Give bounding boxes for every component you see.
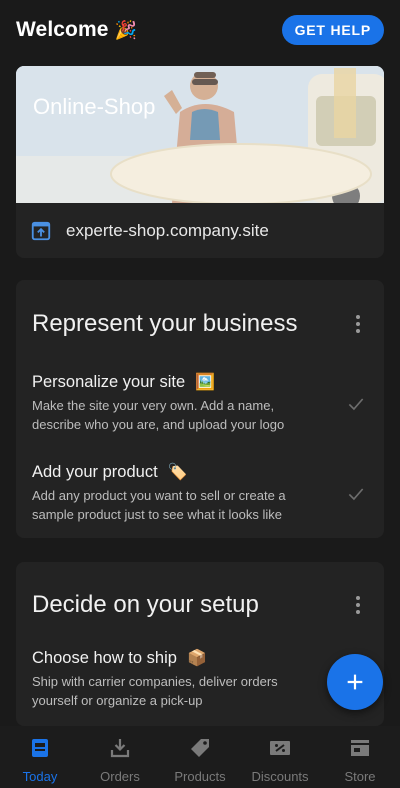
plus-icon <box>347 674 363 690</box>
nav-item-discounts[interactable]: Discounts <box>240 726 320 788</box>
label-tag-icon: 🏷️ <box>167 464 188 481</box>
task-description: Make the site your very own. Add a name,… <box>32 398 285 432</box>
shop-url-link[interactable]: experte-shop.company.site <box>66 221 269 241</box>
checkmark-icon <box>348 398 364 411</box>
nav-label: Today <box>22 769 58 784</box>
bottom-navigation: Today Orders Products Discounts Store <box>0 726 400 788</box>
store-icon <box>351 740 369 756</box>
business-checklist-card: Represent your business Personalize your… <box>16 280 384 538</box>
get-help-button[interactable]: GET HELP <box>281 15 384 45</box>
task-title: Personalize your site 🖼️ <box>32 372 216 392</box>
shop-url-row[interactable]: experte-shop.company.site <box>16 203 384 258</box>
today-icon <box>32 739 48 757</box>
more-options-icon[interactable] <box>348 312 368 336</box>
banner-title: Online-Shop <box>33 94 156 119</box>
task-description: Add any product you want to sell or crea… <box>32 488 286 522</box>
card-title: Decide on your setup <box>32 591 259 618</box>
more-options-icon[interactable] <box>348 593 368 617</box>
nav-label: Products <box>174 769 226 784</box>
card-title: Represent your business <box>32 310 298 337</box>
discounts-icon <box>270 741 290 755</box>
card-header: Represent your business <box>16 280 384 366</box>
party-popper-icon: 🎉 <box>114 19 138 40</box>
nav-item-store[interactable]: Store <box>320 726 400 788</box>
products-tag-icon <box>191 739 209 757</box>
banner-illustration <box>16 66 384 203</box>
orders-icon <box>110 739 130 758</box>
nav-item-orders[interactable]: Orders <box>80 726 160 788</box>
welcome-label: Welcome <box>16 18 109 41</box>
nav-item-today[interactable]: Today <box>0 726 80 788</box>
nav-label: Store <box>344 769 376 784</box>
task-title: Choose how to ship 📦 <box>32 648 207 668</box>
shop-preview-card[interactable]: Online-Shop experte-shop.company.site <box>16 66 384 258</box>
task-description: Ship with carrier companies, deliver ord… <box>32 674 278 708</box>
card-header: Decide on your setup <box>16 562 384 648</box>
shop-banner: Online-Shop <box>16 66 384 203</box>
nav-label: Orders <box>100 769 140 784</box>
add-fab-button[interactable] <box>327 654 383 710</box>
open-site-icon <box>31 221 51 240</box>
task-title: Add your product 🏷️ <box>32 462 188 482</box>
app-header: Welcome 🎉 GET HELP <box>0 0 400 60</box>
page-title: Welcome 🎉 <box>16 18 137 42</box>
package-icon: 📦 <box>186 650 207 667</box>
nav-label: Discounts <box>251 769 309 784</box>
task-add-product[interactable]: Add your product 🏷️ Add any product you … <box>16 460 384 538</box>
setup-checklist-card: Decide on your setup Choose how to ship … <box>16 562 384 726</box>
nav-item-products[interactable]: Products <box>160 726 240 788</box>
task-personalize-site[interactable]: Personalize your site 🖼️ Make the site y… <box>16 366 384 460</box>
checkmark-icon <box>348 488 364 501</box>
framed-picture-icon: 🖼️ <box>195 374 216 391</box>
